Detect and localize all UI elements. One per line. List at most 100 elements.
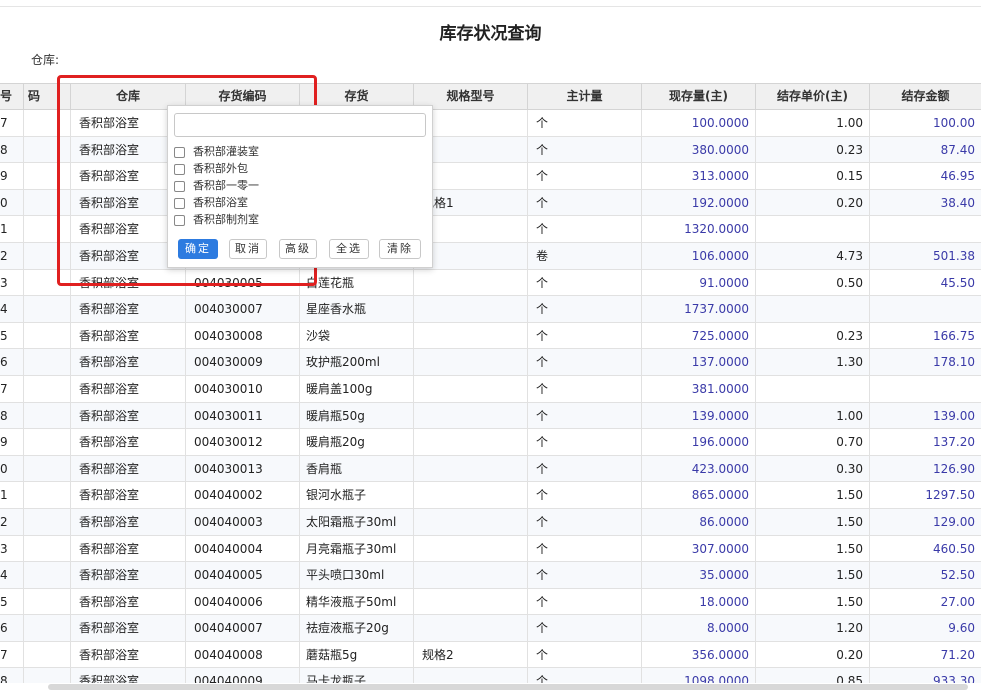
row-index: 9 bbox=[0, 163, 24, 190]
table-row[interactable]: 5 香积部浴室 004040006 精华液瓶子50ml 个 18.0000 1.50 27.0… bbox=[0, 588, 981, 616]
row-amount: 933.30 bbox=[933, 674, 975, 683]
table-row[interactable]: 6 香积部浴室 004040007 祛痘液瓶子20g 个 8.0000 1.20 9.60 bbox=[0, 615, 981, 642]
row-spec bbox=[414, 615, 528, 642]
row-unit-price: 4.73 bbox=[756, 242, 870, 269]
filter-option-label: 香积部一零一 bbox=[193, 179, 259, 192]
filter-option[interactable]: 香积部灌装室 bbox=[174, 144, 259, 160]
table-row[interactable]: 1 香积部浴室 004040002 银河水瓶子 个 865.0000 1.50 1297.50 bbox=[0, 482, 981, 509]
checkbox[interactable] bbox=[174, 197, 185, 209]
row-amount: 45.50 bbox=[940, 275, 975, 290]
header-quantity[interactable]: 现存量(主) bbox=[642, 84, 756, 109]
row-item-name: 蘑菇瓶5g bbox=[300, 641, 414, 668]
table-row[interactable]: 3 香积部浴室 004040004 月亮霜瓶子30ml 个 307.0000 1.50 460… bbox=[0, 535, 981, 563]
row-code bbox=[24, 615, 71, 642]
filter-option[interactable]: 香积部外包 bbox=[174, 161, 248, 177]
cancel-button[interactable]: 取消 bbox=[229, 239, 267, 259]
row-index: 2 bbox=[0, 242, 24, 269]
row-quantity: 35.0000 bbox=[642, 562, 756, 589]
row-unit-price: 1.50 bbox=[756, 535, 870, 562]
row-unit: 个 bbox=[528, 402, 642, 429]
row-warehouse: 香积部浴室 bbox=[71, 429, 186, 456]
filter-option-label: 香积部浴室 bbox=[193, 196, 248, 209]
header-unit[interactable]: 主计量 bbox=[528, 84, 642, 109]
row-spec: 规格2 bbox=[414, 641, 528, 668]
row-item-name: 玫护瓶200ml bbox=[300, 349, 414, 376]
row-index: 3 bbox=[0, 535, 24, 562]
row-item-name: 沙袋 bbox=[300, 322, 414, 349]
checkbox[interactable] bbox=[174, 146, 185, 158]
advanced-button[interactable]: 高级 bbox=[279, 239, 317, 259]
row-code bbox=[24, 508, 71, 535]
row-warehouse: 香积部浴室 bbox=[71, 455, 186, 482]
row-quantity: 313.0000 bbox=[642, 163, 756, 190]
table-row[interactable]: 5 香积部浴室 004030008 沙袋 个 725.0000 0.23 166.75 bbox=[0, 322, 981, 350]
table-row[interactable]: 6 香积部浴室 004030009 玫护瓶200ml 个 137.0000 1.30 178.… bbox=[0, 349, 981, 376]
row-spec bbox=[414, 562, 528, 589]
row-index: 8 bbox=[0, 402, 24, 429]
row-quantity: 196.0000 bbox=[642, 429, 756, 456]
page-title: 库存状况查询 bbox=[439, 24, 542, 44]
row-warehouse: 香积部浴室 bbox=[71, 588, 186, 615]
row-unit: 个 bbox=[528, 615, 642, 642]
checkbox[interactable] bbox=[174, 163, 185, 175]
header-index[interactable]: 号 bbox=[0, 84, 24, 109]
row-item-name: 香肩瓶 bbox=[300, 455, 414, 482]
row-item-name: 祛痘液瓶子20g bbox=[300, 615, 414, 642]
filter-option[interactable]: 香积部一零一 bbox=[174, 178, 259, 194]
row-spec bbox=[414, 429, 528, 456]
confirm-button[interactable]: 确定 bbox=[178, 239, 218, 259]
row-unit: 个 bbox=[528, 455, 642, 482]
row-code bbox=[24, 296, 71, 323]
header-unit-price[interactable]: 结存单价(主) bbox=[756, 84, 870, 109]
table-row[interactable]: 4 香积部浴室 004040005 平头喷口30ml 个 35.0000 1.50 52.50 bbox=[0, 562, 981, 589]
row-unit: 个 bbox=[528, 508, 642, 535]
row-warehouse: 香积部浴室 bbox=[71, 562, 186, 589]
row-index: 6 bbox=[0, 615, 24, 642]
clear-button[interactable]: 清除 bbox=[379, 239, 421, 259]
row-amount: 52.50 bbox=[940, 568, 975, 583]
row-quantity: 8.0000 bbox=[642, 615, 756, 642]
checkbox[interactable] bbox=[174, 180, 185, 192]
filter-option[interactable]: 香积部浴室 bbox=[174, 195, 248, 211]
row-unit-price bbox=[756, 375, 870, 402]
row-quantity: 1737.0000 bbox=[642, 296, 756, 323]
row-warehouse: 香积部浴室 bbox=[71, 535, 186, 562]
row-amount: 137.20 bbox=[933, 435, 975, 450]
horizontal-scrollbar[interactable] bbox=[48, 684, 968, 690]
row-index: 3 bbox=[0, 269, 24, 296]
table-row[interactable]: 0 香积部浴室 004030013 香肩瓶 个 423.0000 0.30 126.90 bbox=[0, 455, 981, 483]
row-quantity: 381.0000 bbox=[642, 375, 756, 402]
row-unit-price: 0.70 bbox=[756, 429, 870, 456]
table-row[interactable]: 8 香积部浴室 004040009 马卡龙瓶子 个 1098.0000 0.85 933.30 bbox=[0, 668, 981, 683]
table-row[interactable]: 7 香积部浴室 004040008 蘑菇瓶5g 规格2 个 356.0000 0.20 71.2… bbox=[0, 641, 981, 669]
row-quantity: 865.0000 bbox=[642, 482, 756, 509]
row-item-name: 暖肩盖100g bbox=[300, 375, 414, 402]
filter-search-input[interactable] bbox=[174, 113, 426, 137]
row-spec bbox=[414, 349, 528, 376]
row-index: 5 bbox=[0, 322, 24, 349]
table-row[interactable]: 4 香积部浴室 004030007 星座香水瓶 个 1737.0000 bbox=[0, 296, 981, 323]
table-row[interactable]: 7 香积部浴室 004030010 暖肩盖100g 个 381.0000 bbox=[0, 375, 981, 403]
row-warehouse: 香积部浴室 bbox=[71, 508, 186, 535]
select-all-button[interactable]: 全选 bbox=[329, 239, 369, 259]
row-sku: 004040004 bbox=[186, 535, 300, 562]
table-row[interactable]: 9 香积部浴室 004030012 暖肩瓶20g 个 196.0000 0.70 137.20 bbox=[0, 429, 981, 456]
row-index: 2 bbox=[0, 508, 24, 535]
table-row[interactable]: 8 香积部浴室 004030011 暖肩瓶50g 个 139.0000 1.00 139.00 bbox=[0, 402, 981, 430]
row-unit: 个 bbox=[528, 482, 642, 509]
row-sku: 004040003 bbox=[186, 508, 300, 535]
checkbox[interactable] bbox=[174, 214, 185, 226]
row-item-name: 月亮霜瓶子30ml bbox=[300, 535, 414, 562]
row-item-name: 暖肩瓶50g bbox=[300, 402, 414, 429]
header-amount[interactable]: 结存金额 bbox=[870, 84, 981, 109]
row-unit: 个 bbox=[528, 429, 642, 456]
row-unit: 个 bbox=[528, 349, 642, 376]
row-index: 0 bbox=[0, 455, 24, 482]
table-row[interactable]: 2 香积部浴室 004040003 太阳霜瓶子30ml 个 86.0000 1.50 129.… bbox=[0, 508, 981, 536]
row-index: 4 bbox=[0, 296, 24, 323]
row-unit-price bbox=[756, 216, 870, 243]
filter-option[interactable]: 香积部制剂室 bbox=[174, 212, 259, 228]
row-amount bbox=[870, 376, 981, 402]
row-amount: 139.00 bbox=[933, 408, 975, 423]
row-unit-price: 1.50 bbox=[756, 562, 870, 589]
